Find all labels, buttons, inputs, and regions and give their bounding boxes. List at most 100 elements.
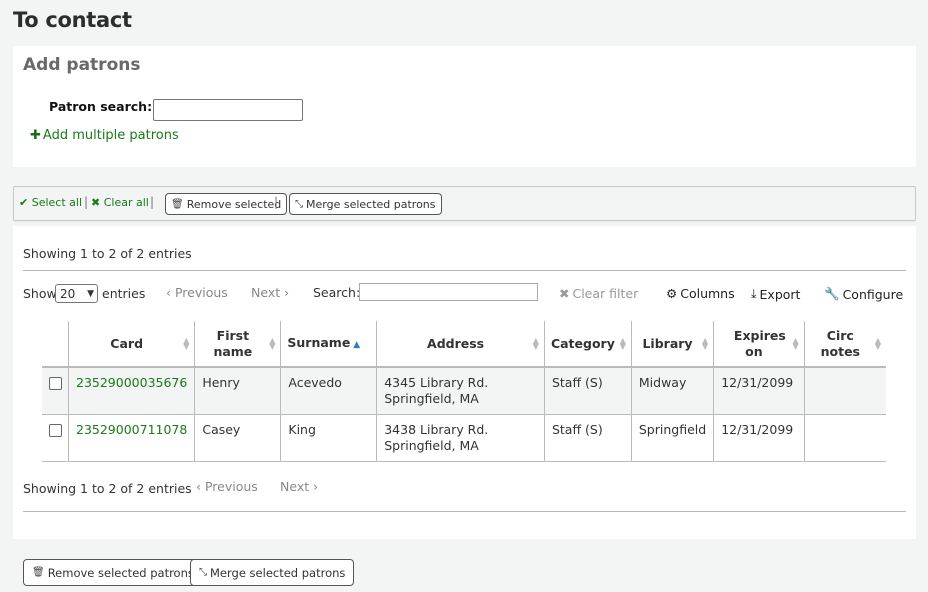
column-header-address[interactable]: Address ▲ ▼ [376,321,545,368]
separator: | [150,195,155,209]
table-search-label: Search: [313,285,361,300]
separator: | [84,195,89,209]
patrons-table: Card ▲ ▼ First name ▲ ▼ Surname ▲ Address ▲ ▼ C… [42,321,886,462]
wrench-icon: 🔧 [824,286,840,301]
remove-selected-patrons-button[interactable]: 🗑 Remove selected patrons [23,559,203,586]
previous-page-link-bottom[interactable]: ‹ Previous [196,479,258,494]
page-length-value: 20 [60,286,76,301]
row-checkbox[interactable] [49,424,62,437]
column-label: Category [550,335,615,351]
add-patrons-panel: Add patrons Patron search: ✚ Add multiple… [13,46,916,167]
table-info-top: Showing 1 to 2 of 2 entries [23,246,192,261]
clear-filter-link[interactable]: ✖ Clear filter [559,286,638,301]
sort-icon: ▲ ▼ [183,335,190,351]
trash-icon: 🗑 [171,198,184,210]
configure-label: Configure [842,286,904,302]
expires-on-cell: 12/31/2099 [713,367,805,415]
table-info-bottom: Showing 1 to 2 of 2 entries [23,481,192,496]
address-line: 4345 Library Rd. [384,375,489,390]
patron-search-input[interactable] [153,99,303,121]
checkmark-icon: ✔ [19,196,29,209]
column-label: Circ notes [820,327,860,359]
merge-selected-label: Merge selected patrons [306,197,436,211]
sort-ascending-icon: ▲ [353,339,361,350]
patron-search-label: Patron search: [49,99,153,114]
expires-on-cell: 12/31/2099 [713,414,805,462]
category-cell: Staff (S) [543,367,632,415]
first-name-cell: Henry [194,367,281,415]
next-page-link[interactable]: Next › [251,285,289,300]
column-label: Expires on [733,327,786,359]
previous-label: Previous [174,285,228,300]
chevron-left-icon: ‹ [166,285,171,300]
x-icon: ✖ [559,286,570,301]
sort-icon: ▲ ▼ [702,335,709,351]
selection-toolbar: ✔ Select all | ✖ Clear all | 🗑 Remove sel… [13,186,916,221]
show-label: Show [23,286,57,301]
divider [23,511,906,512]
first-name-cell: Casey [194,414,281,462]
column-label: Library [642,335,693,351]
row-checkbox[interactable] [49,377,62,390]
select-all-label: Select all [31,196,83,209]
column-header-category[interactable]: Category ▲ ▼ [543,321,632,368]
chevron-left-icon: ‹ [196,479,201,494]
address-line: Springfield, MA [384,438,479,453]
add-multiple-patrons-link[interactable]: ✚ Add multiple patrons [30,128,179,143]
download-icon: ⤓ [751,286,757,301]
category-cell: Staff (S) [543,414,632,462]
column-header-expires-on[interactable]: Expires on ▲ ▼ [713,321,805,368]
sort-icon: ▲ ▼ [874,335,881,351]
separator: | [274,195,279,209]
column-label: Surname [287,334,351,350]
columns-label: Columns [680,286,735,301]
remove-selected-button[interactable]: 🗑 Remove selected [165,193,288,215]
column-header-card[interactable]: Card ▲ ▼ [67,321,195,368]
divider [23,270,906,271]
merge-selected-patrons-button[interactable]: ⤡ Merge selected patrons [190,559,355,586]
card-number-link[interactable]: 23529000035676 [76,375,187,390]
patron-list-panel: Showing 1 to 2 of 2 entries Show 20 ▼ ent… [13,226,916,539]
remove-selected-patrons-label: Remove selected patrons [47,565,194,580]
chevron-right-icon: › [313,479,319,494]
card-number-link[interactable]: 23529000711078 [76,422,187,437]
sort-icon: ▲ ▼ [532,335,539,351]
configure-button[interactable]: 🔧 Configure [824,286,903,302]
page-length-select[interactable]: 20 ▼ [55,284,98,303]
surname-cell: Acevedo [280,367,377,415]
column-header-circ-notes[interactable]: Circ notes ▲ ▼ [803,321,886,368]
next-label: Next [280,479,310,494]
column-header-select [42,321,69,368]
library-cell: Springfield [630,414,714,462]
sort-icon: ▲ ▼ [792,335,799,351]
merge-selected-button[interactable]: ⤡ Merge selected patrons [289,193,442,215]
clear-all-link[interactable]: ✖ Clear all [91,196,149,209]
column-header-library[interactable]: Library ▲ ▼ [630,321,714,368]
column-header-first-name[interactable]: First name ▲ ▼ [194,321,281,368]
table-header-row: Card ▲ ▼ First name ▲ ▼ Surname ▲ Address ▲ ▼ C… [42,321,886,368]
next-label: Next [251,285,281,300]
table-row: 23529000035676 Henry Acevedo 4345 Librar… [42,367,886,415]
circ-notes-cell [803,414,886,462]
table-row: 23529000711078 Casey King 3438 Library R… [42,414,886,462]
address-line: 3438 Library Rd. [384,422,489,437]
entries-label: entries [102,286,146,301]
compress-icon: ⤡ [295,198,303,210]
x-icon: ✖ [91,196,101,209]
surname-cell: King [280,414,377,462]
library-cell: Midway [630,367,714,415]
column-label: Address [427,335,485,351]
column-label: Card [110,335,144,351]
export-label: Export [759,286,801,302]
column-label: First name [213,327,253,359]
column-header-surname[interactable]: Surname ▲ [280,321,377,368]
previous-page-link[interactable]: ‹ Previous [166,285,228,300]
next-page-link-bottom[interactable]: Next › [280,479,318,494]
gear-icon: ⚙ [666,286,678,301]
columns-button[interactable]: ⚙ Columns [666,286,735,301]
page-title: To contact [13,8,132,32]
table-search-input[interactable] [359,283,538,301]
select-all-link[interactable]: ✔ Select all [19,196,82,209]
export-button[interactable]: ⤓ Export [751,286,800,302]
sort-icon: ▲ ▼ [269,335,276,351]
